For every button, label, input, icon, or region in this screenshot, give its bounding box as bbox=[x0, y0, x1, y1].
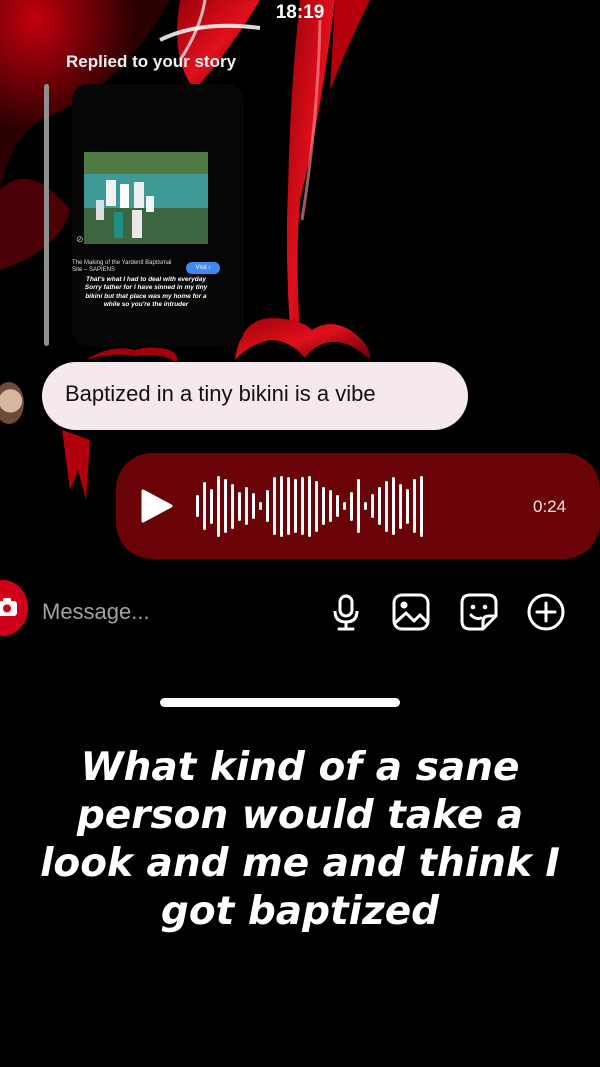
waveform-bar bbox=[343, 502, 346, 510]
story-caption: That's what I had to deal with everyday … bbox=[84, 276, 208, 308]
camera-icon bbox=[0, 598, 17, 616]
waveform-bar bbox=[224, 479, 227, 533]
waveform-bar bbox=[357, 479, 360, 533]
waveform-bar bbox=[266, 490, 269, 522]
waveform-bar bbox=[322, 487, 325, 525]
link-icon: ⊘ bbox=[76, 234, 84, 244]
waveform-bar bbox=[308, 475, 311, 537]
waveform-bar bbox=[210, 488, 213, 524]
waveform-bar bbox=[336, 495, 339, 517]
reply-indicator-bar bbox=[44, 84, 49, 346]
home-indicator[interactable] bbox=[160, 698, 400, 707]
waveform-bar bbox=[217, 475, 220, 537]
waveform-bar bbox=[259, 502, 262, 510]
waveform-bar bbox=[378, 487, 381, 525]
waveform-bar bbox=[385, 480, 388, 532]
story-preview-card[interactable]: ⊘ The Making of the Yardenit Baptismal S… bbox=[72, 84, 244, 346]
microphone-icon[interactable] bbox=[326, 592, 366, 632]
story-photo-thumbnail bbox=[84, 152, 208, 244]
story-link-title: The Making of the Yardenit Baptismal Sit… bbox=[72, 260, 172, 273]
waveform-bar bbox=[280, 475, 283, 537]
reply-context-label: Replied to your story bbox=[66, 52, 237, 71]
waveform-bar bbox=[392, 477, 395, 535]
waveform-bar bbox=[252, 493, 255, 519]
play-icon[interactable] bbox=[138, 488, 174, 524]
waveform-bar bbox=[413, 479, 416, 533]
waveform-bar bbox=[273, 477, 276, 535]
voice-message-bubble[interactable]: 0:24 bbox=[116, 453, 600, 559]
waveform-bar bbox=[231, 483, 234, 529]
waveform-bar bbox=[301, 477, 304, 535]
waveform-bar bbox=[420, 475, 423, 537]
story-visit-button[interactable]: Visit › bbox=[186, 262, 220, 274]
waveform-bar bbox=[315, 480, 318, 532]
voice-duration: 0:24 bbox=[533, 497, 567, 516]
waveform-bar bbox=[287, 477, 290, 535]
waveform-bar bbox=[329, 490, 332, 522]
waveform-bar bbox=[196, 495, 199, 517]
waveform-bar bbox=[245, 487, 248, 525]
waveform-bar bbox=[350, 491, 353, 521]
voice-waveform bbox=[196, 474, 508, 538]
camera-button[interactable] bbox=[0, 580, 28, 636]
message-input[interactable] bbox=[42, 592, 302, 632]
waveform-bar bbox=[371, 494, 374, 518]
video-overlay-caption: What kind of a sane person would take a … bbox=[40, 745, 560, 934]
waveform-bar bbox=[406, 488, 409, 524]
sticker-icon[interactable] bbox=[459, 592, 499, 632]
waveform-bar bbox=[399, 483, 402, 529]
waveform-bar bbox=[364, 502, 367, 510]
message-text: Baptized in a tiny bikini is a vibe bbox=[65, 381, 376, 406]
waveform-bar bbox=[238, 491, 241, 521]
image-gallery-icon[interactable] bbox=[391, 592, 431, 632]
waveform-bar bbox=[203, 482, 206, 530]
incoming-message-bubble[interactable]: Baptized in a tiny bikini is a vibe bbox=[42, 362, 468, 430]
status-bar-time: 18:19 bbox=[275, 2, 325, 23]
waveform-bar bbox=[294, 479, 297, 533]
plus-circle-icon[interactable] bbox=[526, 592, 566, 632]
